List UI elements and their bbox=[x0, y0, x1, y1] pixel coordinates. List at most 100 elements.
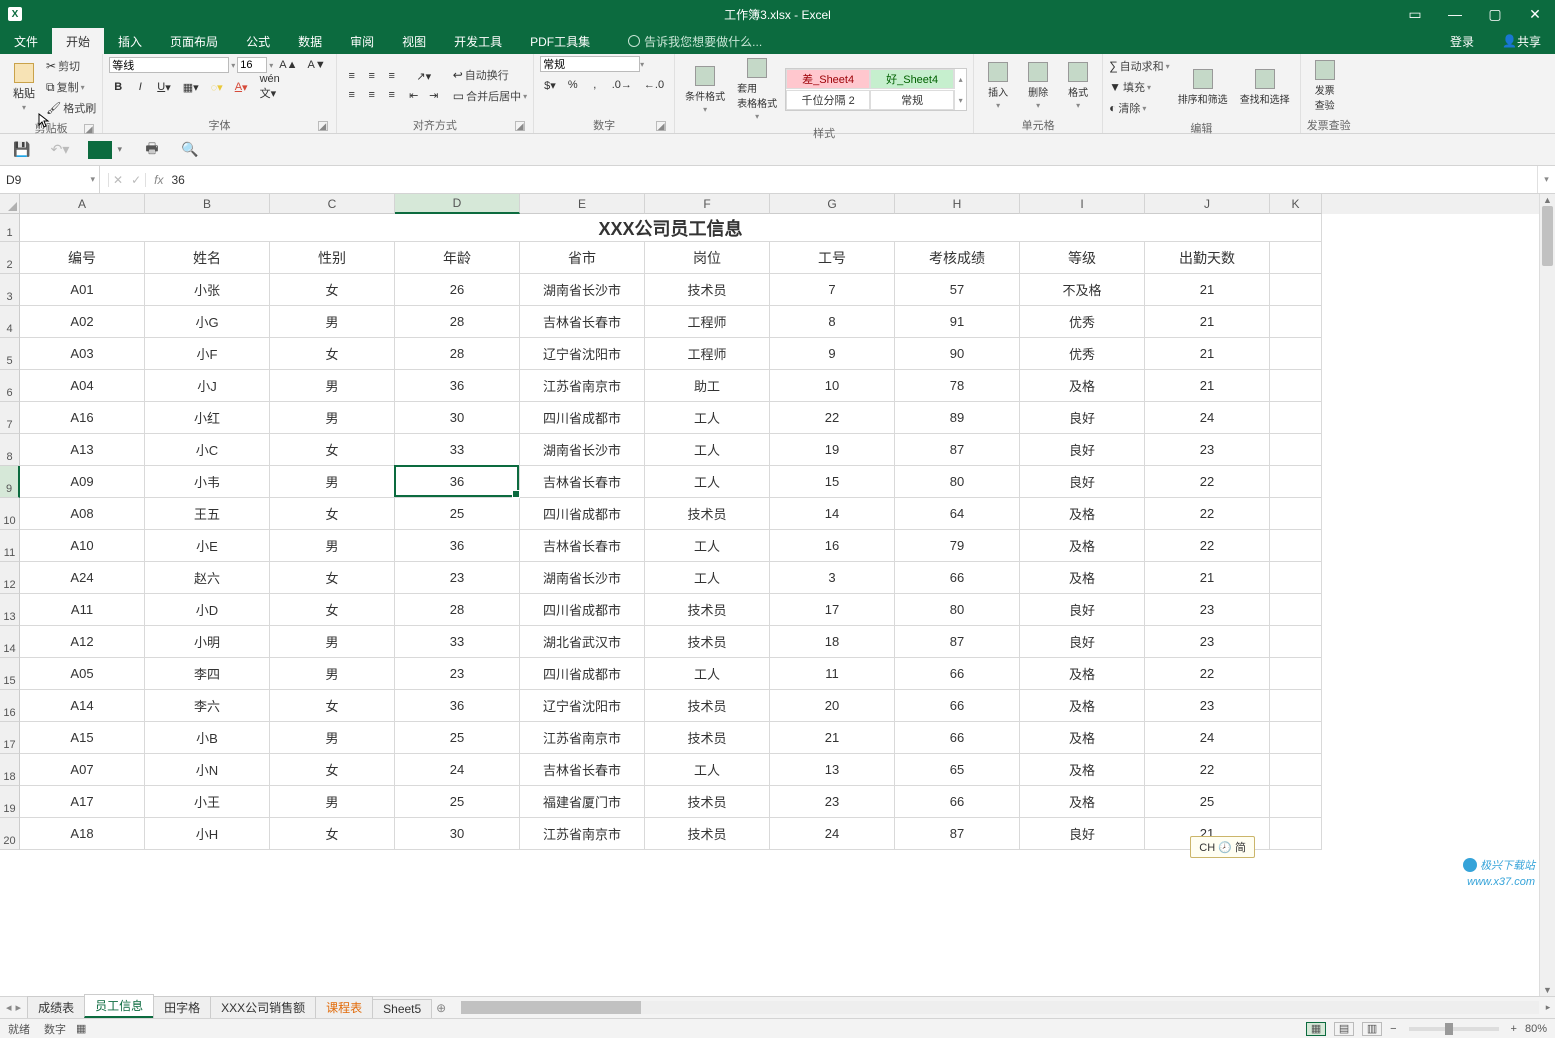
horizontal-scrollbar[interactable]: ▸ bbox=[461, 997, 1555, 1018]
cell[interactable]: 23 bbox=[1145, 594, 1270, 626]
row-header-8[interactable]: 8 bbox=[0, 434, 20, 466]
cell[interactable]: 19 bbox=[770, 434, 895, 466]
cell[interactable]: 江苏省南京市 bbox=[520, 722, 645, 754]
cell[interactable]: 21 bbox=[1145, 274, 1270, 306]
cell[interactable]: 良好 bbox=[1020, 434, 1145, 466]
print-button[interactable]: 🖶 bbox=[142, 140, 162, 160]
cell[interactable]: 女 bbox=[270, 434, 395, 466]
delete-cell-button[interactable]: 删除▾ bbox=[1020, 60, 1056, 112]
cell[interactable]: 小明 bbox=[145, 626, 270, 658]
cell[interactable]: A04 bbox=[20, 370, 145, 402]
expand-fx-button[interactable]: ▾ bbox=[1537, 166, 1555, 193]
grid[interactable]: XXX公司员工信息编号姓名性别年龄省市岗位工号考核成绩等级出勤天数A01小张女2… bbox=[20, 214, 1322, 850]
border-button[interactable]: ▦▾ bbox=[179, 78, 203, 96]
find-select-button[interactable]: 查找和选择 bbox=[1236, 67, 1294, 108]
fill-button[interactable]: ▼填充▾ bbox=[1109, 77, 1170, 97]
cell[interactable]: 66 bbox=[895, 690, 1020, 722]
cell[interactable]: 57 bbox=[895, 274, 1020, 306]
cell[interactable]: 87 bbox=[895, 626, 1020, 658]
col-header-C[interactable]: C bbox=[270, 194, 395, 214]
cell[interactable]: 89 bbox=[895, 402, 1020, 434]
sheet-tab[interactable]: Sheet5 bbox=[372, 999, 432, 1018]
cell[interactable]: A11 bbox=[20, 594, 145, 626]
cell[interactable]: 男 bbox=[270, 626, 395, 658]
cell[interactable] bbox=[1270, 306, 1322, 338]
zoom-slider[interactable] bbox=[1409, 1027, 1499, 1031]
cell[interactable]: 10 bbox=[770, 370, 895, 402]
cell[interactable]: 李六 bbox=[145, 690, 270, 722]
underline-button[interactable]: U▾ bbox=[153, 78, 174, 96]
row-header-5[interactable]: 5 bbox=[0, 338, 20, 370]
select-all-corner[interactable] bbox=[0, 194, 20, 214]
cancel-fx-button[interactable]: ✕ bbox=[113, 173, 123, 187]
cell[interactable]: 21 bbox=[1145, 562, 1270, 594]
cell[interactable]: 女 bbox=[270, 338, 395, 370]
cell[interactable]: 24 bbox=[395, 754, 520, 786]
align-launcher[interactable]: ◢ bbox=[515, 121, 525, 131]
cell[interactable]: 及格 bbox=[1020, 722, 1145, 754]
fillcolor-button[interactable]: ◌▾ bbox=[207, 78, 227, 96]
cell[interactable]: 22 bbox=[1145, 530, 1270, 562]
header-cell[interactable]: 年龄 bbox=[395, 242, 520, 274]
cell[interactable]: 36 bbox=[395, 466, 520, 498]
col-header-A[interactable]: A bbox=[20, 194, 145, 214]
cell[interactable]: 不及格 bbox=[1020, 274, 1145, 306]
zoom-value[interactable]: 80% bbox=[1525, 1023, 1547, 1035]
col-header-H[interactable]: H bbox=[895, 194, 1020, 214]
row-header-4[interactable]: 4 bbox=[0, 306, 20, 338]
cell[interactable]: 79 bbox=[895, 530, 1020, 562]
header-cell[interactable] bbox=[1270, 242, 1322, 274]
cell[interactable] bbox=[1270, 530, 1322, 562]
row-header-3[interactable]: 3 bbox=[0, 274, 20, 306]
cell[interactable]: 13 bbox=[770, 754, 895, 786]
sheet-tab[interactable]: 课程表 bbox=[315, 996, 373, 1018]
cell[interactable]: 87 bbox=[895, 434, 1020, 466]
col-header-B[interactable]: B bbox=[145, 194, 270, 214]
cell[interactable]: 湖南省长沙市 bbox=[520, 434, 645, 466]
header-cell[interactable]: 考核成绩 bbox=[895, 242, 1020, 274]
cell[interactable]: 28 bbox=[395, 594, 520, 626]
cell[interactable]: 优秀 bbox=[1020, 338, 1145, 370]
cell[interactable]: 良好 bbox=[1020, 626, 1145, 658]
cell[interactable]: 小F bbox=[145, 338, 270, 370]
cell[interactable]: 小J bbox=[145, 370, 270, 402]
cell[interactable]: 20 bbox=[770, 690, 895, 722]
cell[interactable]: A05 bbox=[20, 658, 145, 690]
row-header-14[interactable]: 14 bbox=[0, 626, 20, 658]
cell[interactable]: 24 bbox=[1145, 402, 1270, 434]
cell[interactable]: 工程师 bbox=[645, 306, 770, 338]
cell[interactable]: A09 bbox=[20, 466, 145, 498]
cell[interactable]: 22 bbox=[1145, 658, 1270, 690]
cell[interactable]: 23 bbox=[1145, 626, 1270, 658]
cell[interactable]: 辽宁省沈阳市 bbox=[520, 690, 645, 722]
header-cell[interactable]: 编号 bbox=[20, 242, 145, 274]
inc-dec-button[interactable]: .0→ bbox=[608, 76, 636, 94]
cell[interactable]: 23 bbox=[395, 562, 520, 594]
tab-layout[interactable]: 页面布局 bbox=[156, 28, 232, 54]
maximize-button[interactable]: ▢ bbox=[1475, 0, 1515, 28]
cell[interactable]: 技术员 bbox=[645, 818, 770, 850]
font-launcher[interactable]: ◢ bbox=[318, 121, 328, 131]
view-pagelayout-button[interactable]: ▤ bbox=[1334, 1022, 1354, 1036]
cell[interactable] bbox=[1270, 786, 1322, 818]
cell[interactable]: 80 bbox=[895, 466, 1020, 498]
cell[interactable]: 小H bbox=[145, 818, 270, 850]
cell[interactable]: 李四 bbox=[145, 658, 270, 690]
col-header-D[interactable]: D bbox=[395, 194, 520, 214]
cell-styles-gallery[interactable]: 差_Sheet4 好_Sheet4 ▴ 千位分隔 2 常规 ▾ bbox=[785, 68, 967, 111]
cond-format-button[interactable]: 条件格式▾ bbox=[681, 64, 729, 116]
cell[interactable]: A10 bbox=[20, 530, 145, 562]
font-name-combo[interactable] bbox=[109, 57, 229, 73]
cell[interactable]: 男 bbox=[270, 306, 395, 338]
header-cell[interactable]: 等级 bbox=[1020, 242, 1145, 274]
style-normal[interactable]: 常规 bbox=[870, 90, 954, 110]
italic-button[interactable]: I bbox=[131, 78, 149, 96]
cell[interactable]: 22 bbox=[1145, 498, 1270, 530]
cell[interactable]: 工人 bbox=[645, 658, 770, 690]
cell[interactable]: 良好 bbox=[1020, 402, 1145, 434]
header-cell[interactable]: 岗位 bbox=[645, 242, 770, 274]
vertical-scrollbar[interactable]: ▲ ▼ bbox=[1539, 194, 1555, 996]
percent-button[interactable]: % bbox=[564, 76, 582, 94]
number-launcher[interactable]: ◢ bbox=[656, 121, 666, 131]
cell[interactable]: 江苏省南京市 bbox=[520, 370, 645, 402]
